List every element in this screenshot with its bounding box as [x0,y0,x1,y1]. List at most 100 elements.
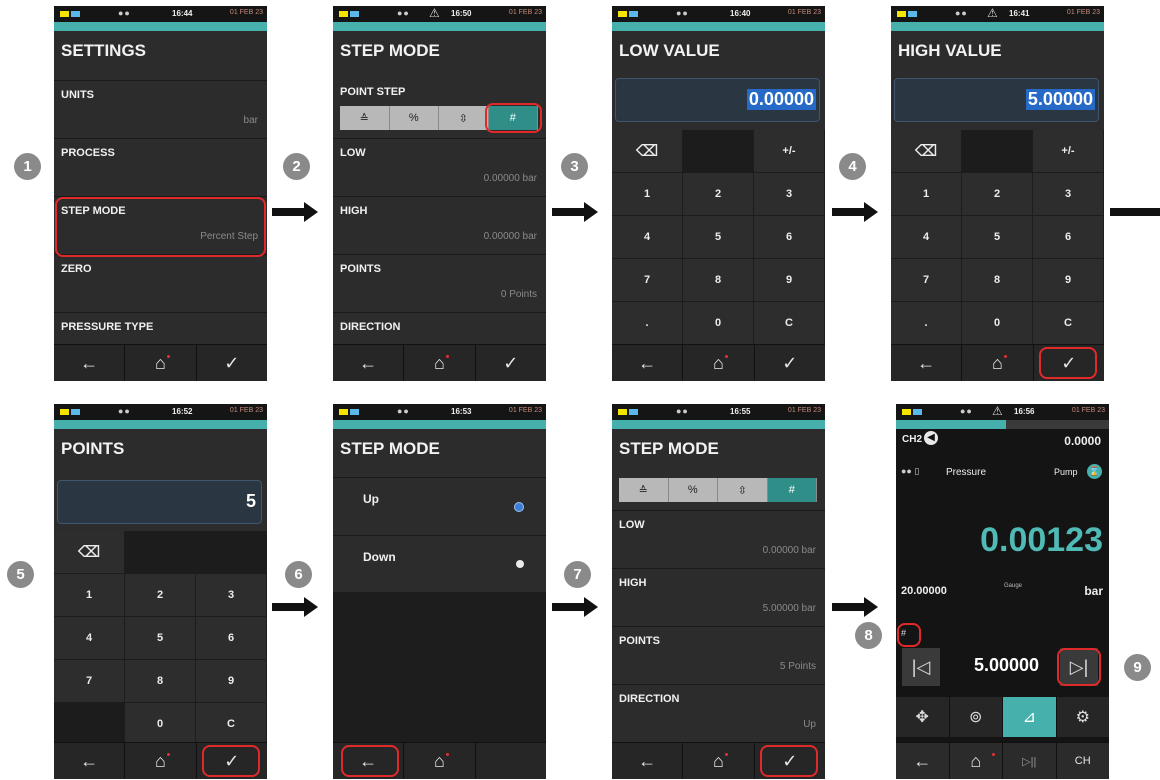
key-3[interactable]: 3 [196,574,267,617]
step-test-icon[interactable]: ⊿ [1003,697,1057,737]
channel-button[interactable]: CH [1057,743,1110,779]
key-4[interactable]: 4 [54,617,125,660]
back-button[interactable]: ← [612,743,684,779]
back-button[interactable]: ← [612,345,684,381]
key-7[interactable]: 7 [612,259,683,302]
home-button[interactable]: ⌂ [125,743,197,779]
back-button[interactable]: ← [891,345,963,381]
key-dot[interactable]: . [891,302,962,345]
number-step-icon[interactable]: # [767,478,817,502]
key-6[interactable]: 6 [196,617,267,660]
percent-step-icon[interactable]: % [390,106,439,130]
option-up[interactable]: Up [333,477,546,535]
list-item-points[interactable]: POINTS 5 Points [612,626,825,684]
previous-step-button[interactable]: |◁ [902,648,940,686]
status-bar: ●● 16:44 01 FEB 23 [54,6,267,22]
key-clear[interactable]: C [754,302,825,345]
ok-button[interactable]: ✓ [755,345,825,381]
plusminus-button[interactable]: +/- [754,130,825,173]
value-input[interactable]: 5 [57,480,262,524]
keypad-blank [125,531,196,574]
home-button[interactable]: ⌂ [404,743,476,779]
pump-icon[interactable]: ⌛ [1087,464,1102,479]
home-button[interactable]: ⌂ [683,743,755,779]
key-4[interactable]: 4 [891,216,962,259]
key-5[interactable]: 5 [683,216,754,259]
back-button[interactable]: ← [54,743,126,779]
item-value: 0.00000 bar [483,173,537,184]
ok-button[interactable]: ✓ [197,345,267,381]
home-button[interactable]: ⌂ [404,345,476,381]
key-8[interactable]: 8 [125,660,196,703]
key-3[interactable]: 3 [1033,173,1104,216]
key-clear[interactable]: C [196,703,267,746]
item-label: DIRECTION [619,693,680,705]
key-4[interactable]: 4 [612,216,683,259]
key-0[interactable]: 0 [125,703,196,746]
list-item-direction[interactable]: DIRECTION Up [612,684,825,742]
plusminus-button[interactable]: +/- [1033,130,1104,173]
page-title: LOW VALUE [619,41,720,60]
step-badge-2: 2 [283,153,310,180]
back-button[interactable]: ← [896,743,950,779]
list-item-high[interactable]: HIGH 5.00000 bar [612,568,825,626]
key-9[interactable]: 9 [1033,259,1104,302]
point-step-icon[interactable]: ≙ [619,478,669,502]
back-button[interactable]: ← [333,345,405,381]
play-pause-button[interactable]: ▷|| [1003,743,1057,779]
backspace-button[interactable]: ⌫ [891,130,962,173]
list-item-high[interactable]: HIGH 0.00000 bar [333,196,546,254]
backspace-button[interactable]: ⌫ [612,130,683,173]
list-item-low[interactable]: LOW 0.00000 bar [333,138,546,196]
gear-icon[interactable]: ⚙ [1056,697,1109,737]
step-badge-4: 4 [839,153,866,180]
back-button[interactable]: ← [54,345,126,381]
key-clear[interactable]: C [1033,302,1104,345]
key-7[interactable]: 7 [54,660,125,703]
radio-unselected[interactable] [516,560,524,568]
leak-test-icon[interactable]: ⊚ [949,697,1003,737]
span-step-icon[interactable]: ⇳ [718,478,768,502]
value-input[interactable]: 0.00000 [615,78,820,122]
list-item-process[interactable]: PROCESS [54,138,267,196]
key-1[interactable]: 1 [891,173,962,216]
radio-selected[interactable] [514,502,524,512]
key-0[interactable]: 0 [683,302,754,345]
key-6[interactable]: 6 [1033,216,1104,259]
backspace-button[interactable]: ⌫ [54,531,125,574]
item-value: 0 Points [500,289,537,300]
home-button[interactable]: ⌂ [950,743,1003,779]
list-item-units[interactable]: UNITS bar [54,80,267,138]
span-step-icon[interactable]: ⇳ [439,106,489,130]
key-dot[interactable]: . [612,302,683,345]
list-item-zero[interactable]: ZERO [54,254,267,312]
key-0[interactable]: 0 [962,302,1033,345]
point-step-icon[interactable]: ≙ [340,106,390,130]
key-2[interactable]: 2 [683,173,754,216]
key-1[interactable]: 1 [54,574,125,617]
key-5[interactable]: 5 [125,617,196,660]
home-button[interactable]: ⌂ [683,345,755,381]
fan-icon[interactable]: ✥ [896,697,950,737]
screen-measurement: ●● ⚠ 16:56 01 FEB 23 CH2 ◀ 0.0000 ●● ▯ P… [896,404,1109,779]
key-2[interactable]: 2 [962,173,1033,216]
page-title: SETTINGS [61,41,147,60]
list-item-points[interactable]: POINTS 0 Points [333,254,546,312]
home-button[interactable]: ⌂ [962,345,1034,381]
key-2[interactable]: 2 [125,574,196,617]
key-8[interactable]: 8 [683,259,754,302]
list-item-low[interactable]: LOW 0.00000 bar [612,510,825,568]
home-button[interactable]: ⌂ [125,345,197,381]
value-input[interactable]: 5.00000 [894,78,1099,122]
key-8[interactable]: 8 [962,259,1033,302]
key-7[interactable]: 7 [891,259,962,302]
percent-step-icon[interactable]: % [669,478,718,502]
option-down[interactable]: Down [333,535,546,593]
ok-button[interactable]: ✓ [476,345,546,381]
key-9[interactable]: 9 [754,259,825,302]
key-1[interactable]: 1 [612,173,683,216]
key-6[interactable]: 6 [754,216,825,259]
key-9[interactable]: 9 [196,660,267,703]
key-3[interactable]: 3 [754,173,825,216]
key-5[interactable]: 5 [962,216,1033,259]
